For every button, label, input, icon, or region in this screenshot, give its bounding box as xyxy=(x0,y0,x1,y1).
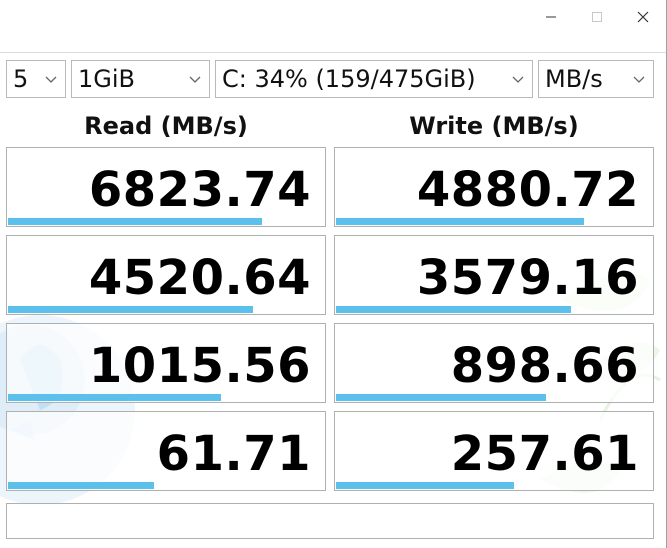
write-value: 4880.72 xyxy=(416,162,639,218)
read-result-4: 61.71 xyxy=(6,411,326,491)
count-select-value: 5 xyxy=(13,65,29,93)
write-progress-bar xyxy=(336,218,584,225)
chevron-down-icon xyxy=(45,76,57,83)
write-result-4: 257.61 xyxy=(334,411,654,491)
title-bar xyxy=(0,0,667,53)
write-progress-bar xyxy=(336,306,571,313)
read-value: 4520.64 xyxy=(88,250,311,306)
chevron-down-icon xyxy=(189,76,201,83)
read-progress-bar xyxy=(8,218,262,225)
toolbar: 5 1GiB C: 34% (159/475GiB) MB/s xyxy=(0,60,667,100)
read-progress-bar xyxy=(8,394,221,401)
write-header: Write (MB/s) xyxy=(409,112,579,140)
unit-select[interactable]: MB/s xyxy=(538,60,654,98)
read-result-3: 1015.56 xyxy=(6,323,326,403)
chevron-down-icon xyxy=(633,76,645,83)
maximize-icon xyxy=(592,12,602,22)
chevron-down-icon xyxy=(512,76,524,83)
size-select[interactable]: 1GiB xyxy=(71,60,210,98)
read-progress-bar xyxy=(8,306,253,313)
write-result-1: 4880.72 xyxy=(334,147,654,227)
write-value: 257.61 xyxy=(450,426,639,482)
write-result-2: 3579.16 xyxy=(334,235,654,315)
write-value: 898.66 xyxy=(450,338,639,394)
read-result-2: 4520.64 xyxy=(6,235,326,315)
write-result-3: 898.66 xyxy=(334,323,654,403)
write-progress-bar xyxy=(336,482,514,489)
read-value: 6823.74 xyxy=(88,162,311,218)
read-value: 61.71 xyxy=(156,426,311,482)
minimize-button[interactable] xyxy=(536,6,566,28)
read-progress-bar xyxy=(8,482,154,489)
read-result-1: 6823.74 xyxy=(6,147,326,227)
count-select[interactable]: 5 xyxy=(6,60,66,98)
read-header: Read (MB/s) xyxy=(84,112,248,140)
maximize-button[interactable] xyxy=(582,6,612,28)
read-value: 1015.56 xyxy=(88,338,311,394)
write-progress-bar xyxy=(336,394,546,401)
write-value: 3579.16 xyxy=(416,250,639,306)
close-button[interactable] xyxy=(628,6,658,28)
drive-select[interactable]: C: 34% (159/475GiB) xyxy=(215,60,533,98)
comment-field[interactable] xyxy=(6,503,654,539)
unit-select-value: MB/s xyxy=(545,65,603,93)
size-select-value: 1GiB xyxy=(78,65,135,93)
drive-select-value: C: 34% (159/475GiB) xyxy=(222,65,476,93)
minimize-icon xyxy=(546,16,556,18)
close-icon xyxy=(637,11,649,23)
